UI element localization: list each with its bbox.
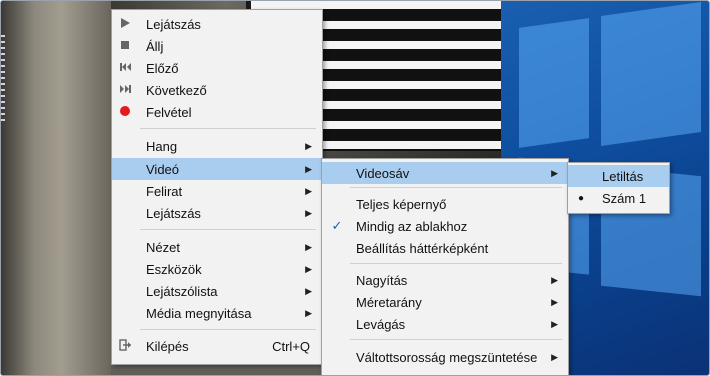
- context-menu: Lejátszás Állj Előző Következő Felvétel …: [111, 9, 323, 365]
- submenu-arrow-icon: ▶: [305, 207, 312, 218]
- menu-item-play[interactable]: Lejátszás: [112, 13, 322, 35]
- menu-item-label: Lejátszólista: [146, 283, 218, 299]
- menu-item-label: Kilépés: [146, 338, 189, 354]
- menu-item-video[interactable]: Videó ▶: [112, 158, 322, 180]
- menu-item-label: Előző: [146, 60, 179, 76]
- menu-separator: [350, 263, 562, 264]
- menu-item-open-media[interactable]: Média megnyitása ▶: [112, 302, 322, 324]
- stop-icon: [118, 40, 132, 52]
- previous-icon: [118, 62, 132, 74]
- drag-handle-dots: [1, 35, 5, 125]
- submenu-arrow-icon: ▶: [551, 296, 558, 307]
- menu-item-subtitle[interactable]: Felirat ▶: [112, 180, 322, 202]
- menu-item-zoom[interactable]: Nagyítás ▶: [322, 269, 568, 291]
- menu-item-quit[interactable]: Kilépés Ctrl+Q: [112, 335, 322, 357]
- menu-item-record[interactable]: Felvétel: [112, 101, 322, 123]
- next-icon: [118, 84, 132, 96]
- video-track-submenu: Letiltás ● Szám 1: [567, 162, 670, 214]
- menu-item-audio[interactable]: Hang ▶: [112, 135, 322, 157]
- menu-item-label: Mindig az ablakhoz: [356, 218, 468, 234]
- menu-item-label: Lejátszás: [146, 16, 201, 32]
- menu-item-label: Állj: [146, 38, 164, 54]
- menu-item-label: Nézet: [146, 239, 180, 255]
- menu-item-label: Szám 1: [602, 190, 647, 206]
- menu-item-always-fit-window[interactable]: ✓ Mindig az ablakhoz: [322, 215, 568, 237]
- menu-item-shortcut: Ctrl+Q: [272, 338, 310, 354]
- submenu-arrow-icon: ▶: [551, 351, 558, 362]
- menu-separator: [140, 329, 316, 330]
- menu-separator: [140, 128, 316, 129]
- submenu-arrow-icon: ▶: [551, 274, 558, 285]
- record-icon: [118, 105, 132, 119]
- menu-separator: [350, 339, 562, 340]
- menu-item-label: Következő: [146, 82, 207, 98]
- menu-item-label: Beállítás háttérképként: [356, 240, 489, 256]
- menu-item-deinterlace[interactable]: Váltottsorosság megszüntetése ▶: [322, 346, 568, 368]
- checkmark-icon: ✓: [331, 218, 343, 233]
- radio-dot-icon: ●: [577, 192, 585, 204]
- menu-item-aspect-ratio[interactable]: Méretarány ▶: [322, 291, 568, 313]
- menu-item-fullscreen[interactable]: Teljes képernyő: [322, 193, 568, 215]
- menu-item-next[interactable]: Következő: [112, 79, 322, 101]
- menu-item-disable-track[interactable]: Letiltás: [568, 165, 669, 187]
- video-submenu: Videosáv ▶ Teljes képernyő ✓ Mindig az a…: [321, 158, 569, 375]
- wallpaper-window-pane: [601, 1, 701, 147]
- menu-item-label: Váltottsorosság megszüntetése: [356, 349, 538, 365]
- submenu-arrow-icon: ▶: [305, 185, 312, 196]
- wallpaper-window-pane: [519, 18, 589, 148]
- video-curtain: [1, 1, 111, 375]
- submenu-arrow-icon: ▶: [551, 167, 558, 178]
- menu-item-label: Felirat: [146, 183, 183, 199]
- menu-item-label: Lejátszás: [146, 205, 201, 221]
- menu-item-playback[interactable]: Lejátszás ▶: [112, 202, 322, 224]
- menu-item-label: Méretarány: [356, 294, 422, 310]
- submenu-arrow-icon: ▶: [305, 263, 312, 274]
- submenu-arrow-icon: ▶: [305, 163, 312, 174]
- menu-separator: [350, 187, 562, 188]
- menu-item-set-as-wallpaper[interactable]: Beállítás háttérképként: [322, 237, 568, 259]
- menu-item-label: Felvétel: [146, 104, 192, 120]
- menu-item-label: Teljes képernyő: [356, 196, 447, 212]
- menu-item-previous[interactable]: Előző: [112, 57, 322, 79]
- submenu-arrow-icon: ▶: [551, 318, 558, 329]
- submenu-arrow-icon: ▶: [305, 285, 312, 296]
- menu-item-label: Videosáv: [356, 165, 410, 181]
- submenu-arrow-icon: ▶: [305, 307, 312, 318]
- exit-icon: [118, 338, 132, 354]
- menu-item-tools[interactable]: Eszközök ▶: [112, 258, 322, 280]
- menu-item-track-1[interactable]: ● Szám 1: [568, 187, 669, 209]
- submenu-arrow-icon: ▶: [305, 140, 312, 151]
- menu-item-label: Nagyítás: [356, 272, 408, 288]
- submenu-arrow-icon: ▶: [305, 241, 312, 252]
- menu-item-view[interactable]: Nézet ▶: [112, 236, 322, 258]
- menu-item-label: Média megnyitása: [146, 305, 252, 321]
- play-icon: [118, 17, 132, 31]
- menu-item-stop[interactable]: Állj: [112, 35, 322, 57]
- menu-item-label: Videó: [146, 161, 180, 177]
- menu-item-crop[interactable]: Levágás ▶: [322, 313, 568, 335]
- menu-item-label: Hang: [146, 138, 178, 154]
- menu-item-video-track[interactable]: Videosáv ▶: [322, 162, 568, 184]
- menu-separator: [140, 229, 316, 230]
- screenshot-frame: Lejátszás Állj Előző Következő Felvétel …: [0, 0, 710, 376]
- menu-item-playlist[interactable]: Lejátszólista ▶: [112, 280, 322, 302]
- menu-item-label: Levágás: [356, 316, 406, 332]
- menu-item-label: Eszközök: [146, 261, 202, 277]
- menu-item-label: Letiltás: [602, 168, 644, 184]
